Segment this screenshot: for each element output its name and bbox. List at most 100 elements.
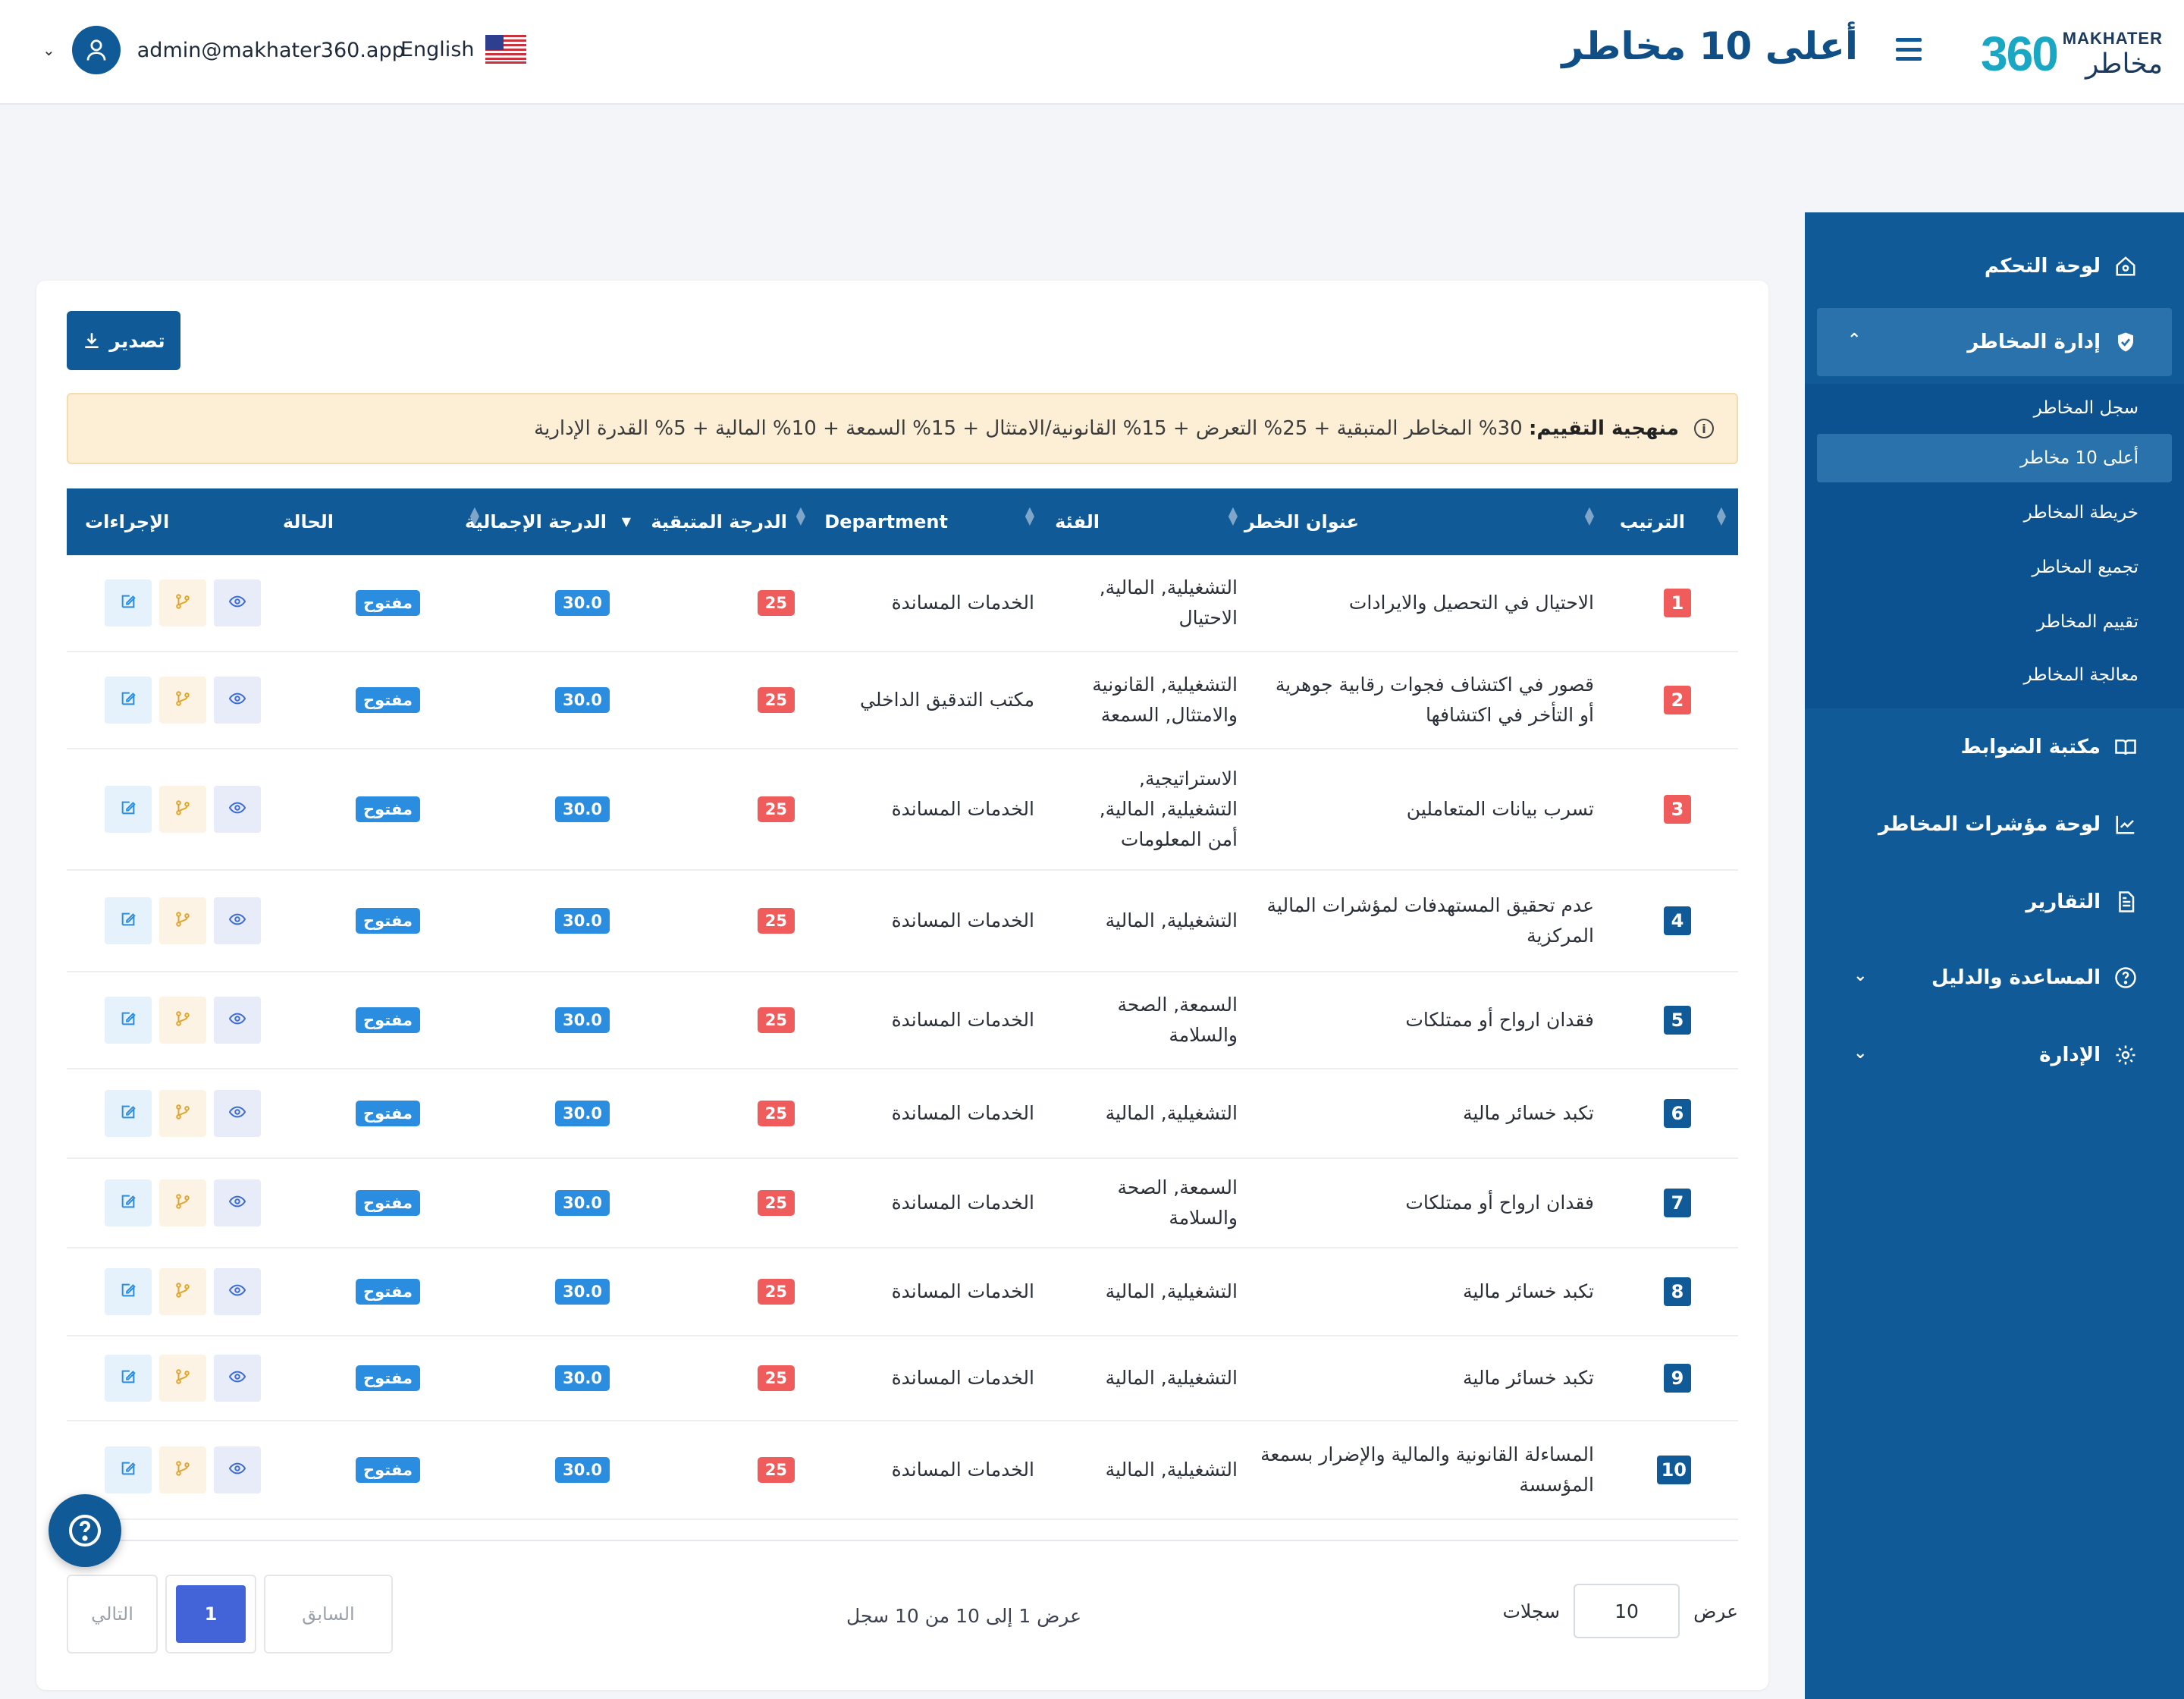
column-header-category[interactable]: الفئة xyxy=(1055,488,1100,555)
sidebar-item-dashboard[interactable]: لوحة التحكم xyxy=(1805,232,2184,300)
view-button[interactable] xyxy=(214,1090,261,1137)
risk-category: التشغيلية, المالية xyxy=(1105,1367,1238,1389)
edit-button[interactable] xyxy=(105,677,152,724)
rank-badge: 8 xyxy=(1664,1277,1691,1306)
sidebar-subitem-risk-register[interactable]: سجل المخاطر xyxy=(1817,384,2172,432)
previous-page-button[interactable]: السابق xyxy=(264,1575,393,1653)
shield-icon xyxy=(2113,329,2138,355)
total-score-badge: 30.0 xyxy=(555,1279,610,1305)
sidebar-item-reports[interactable]: التقارير xyxy=(1805,868,2184,936)
edit-button[interactable] xyxy=(105,786,152,833)
alert-title: منهجية التقييم: xyxy=(1528,417,1679,440)
page-title: أعلى 10 مخاطر xyxy=(1561,24,1858,68)
page-1-button[interactable]: 1 xyxy=(165,1575,256,1653)
risk-department: الخدمات المساندة xyxy=(891,798,1034,820)
treatment-button[interactable] xyxy=(159,997,206,1044)
total-score-badge: 30.0 xyxy=(555,1007,610,1033)
view-button[interactable] xyxy=(214,1355,261,1402)
edit-button[interactable] xyxy=(105,579,152,627)
treatment-button[interactable] xyxy=(159,579,206,627)
sidebar-item-administration[interactable]: الإدارة ⌄ xyxy=(1805,1021,2184,1089)
edit-button[interactable] xyxy=(105,997,152,1044)
git-branch-icon xyxy=(174,1010,191,1030)
column-header-status[interactable]: الحالة xyxy=(283,488,334,555)
treatment-button[interactable] xyxy=(159,1355,206,1402)
view-button[interactable] xyxy=(214,1446,261,1493)
table-footer-divider xyxy=(67,1540,1738,1541)
treatment-button[interactable] xyxy=(159,1090,206,1137)
view-button[interactable] xyxy=(214,579,261,627)
records-info: عرض 1 إلى 10 من 10 سجل xyxy=(846,1605,1082,1627)
risk-title: قصور في اكتشاف فجوات رقابية جوهرية أو ال… xyxy=(1275,674,1594,726)
total-score-badge: 30.0 xyxy=(555,908,610,934)
total-score-badge: 30.0 xyxy=(555,1101,610,1126)
header-label: الدرجة الإجمالية xyxy=(465,511,607,532)
risk-department: الخدمات المساندة xyxy=(891,1280,1034,1302)
user-menu[interactable]: ⌄ admin@makhater360.app xyxy=(42,26,405,74)
sidebar-subitem-risk-assessment[interactable]: تقييم المخاطر xyxy=(1817,598,2172,646)
sidebar-subitem-risk-aggregation[interactable]: تجميع المخاطر xyxy=(1817,543,2172,592)
sidebar-subitem-top10[interactable]: أعلى 10 مخاطر xyxy=(1817,434,2172,482)
git-branch-icon xyxy=(174,690,191,710)
menu-toggle-icon[interactable] xyxy=(1896,38,1922,61)
column-header-title[interactable]: عنوان الخطر xyxy=(1244,488,1359,555)
status-badge: مفتوح xyxy=(356,687,420,713)
view-button[interactable] xyxy=(214,997,261,1044)
table-row: 5 فقدان ارواح أو ممتلكات السمعة, الصحة وال… xyxy=(67,972,1738,1069)
edit-button[interactable] xyxy=(105,1446,152,1493)
risk-department: الخدمات المساندة xyxy=(891,1459,1034,1481)
treatment-button[interactable] xyxy=(159,786,206,833)
status-badge: مفتوح xyxy=(356,1457,420,1483)
sidebar-subitem-risk-map[interactable]: خريطة المخاطر xyxy=(1817,488,2172,537)
export-button[interactable]: تصدير xyxy=(67,311,180,370)
risk-category: السمعة, الصحة والسلامة xyxy=(1117,994,1238,1046)
eye-icon xyxy=(228,911,246,931)
edit-button[interactable] xyxy=(105,1268,152,1315)
view-button[interactable] xyxy=(214,1179,261,1226)
sidebar-item-risk-indicators[interactable]: لوحة مؤشرات المخاطر xyxy=(1805,790,2184,859)
status-badge: مفتوح xyxy=(356,1279,420,1305)
treatment-button[interactable] xyxy=(159,1446,206,1493)
table-header: الترتيب ▲ ▼ عنوان الخطر ▲ ▼ الفئة ▲ ▼ Depar… xyxy=(67,488,1738,555)
edit-icon xyxy=(120,1368,136,1388)
status-badge: مفتوح xyxy=(356,908,420,934)
sidebar-item-controls-library[interactable]: مكتبة الضوابط xyxy=(1805,713,2184,781)
page-length-select[interactable]: 10 xyxy=(1574,1584,1680,1638)
view-button[interactable] xyxy=(214,786,261,833)
eye-icon xyxy=(228,1193,246,1213)
edit-icon xyxy=(120,1282,136,1302)
treatment-button[interactable] xyxy=(159,677,206,724)
treatment-button[interactable] xyxy=(159,897,206,944)
residual-score-badge: 25 xyxy=(757,1279,795,1305)
column-header-rank[interactable]: الترتيب xyxy=(1620,488,1685,555)
view-button[interactable] xyxy=(214,677,261,724)
sidebar-item-risk-management[interactable]: إدارة المخاطر ⌃ xyxy=(1817,308,2172,376)
help-fab-button[interactable] xyxy=(49,1494,121,1567)
next-page-button[interactable]: التالي xyxy=(67,1575,158,1653)
logo-number: 360 xyxy=(1981,27,2059,81)
column-header-department[interactable]: Department xyxy=(824,488,948,555)
language-label: English xyxy=(400,37,475,61)
edit-button[interactable] xyxy=(105,897,152,944)
edit-button[interactable] xyxy=(105,1090,152,1137)
treatment-button[interactable] xyxy=(159,1268,206,1315)
edit-button[interactable] xyxy=(105,1179,152,1226)
column-header-actions: الإجراءات xyxy=(85,488,169,555)
sidebar-subitem-risk-treatment[interactable]: معالجة المخاطر xyxy=(1817,651,2172,699)
column-header-residual-score[interactable]: الدرجة المتبقية xyxy=(651,488,787,555)
edit-button[interactable] xyxy=(105,1355,152,1402)
residual-score-badge: 25 xyxy=(757,1007,795,1033)
rank-badge: 4 xyxy=(1664,906,1691,935)
scoring-methodology-alert: i منهجية التقييم: 30% المخاطر المتبقية +… xyxy=(67,393,1738,464)
app-logo[interactable]: 360 MAKHATER مخاطر xyxy=(1981,23,2163,83)
page-length-value: 10 xyxy=(1614,1600,1639,1622)
view-button[interactable] xyxy=(214,1268,261,1315)
header-label: الإجراءات xyxy=(85,511,170,532)
chevron-down-icon: ⌄ xyxy=(1853,1044,1868,1063)
sidebar-item-label: لوحة مؤشرات المخاطر xyxy=(1878,813,2101,836)
view-button[interactable] xyxy=(214,897,261,944)
sidebar-item-help[interactable]: المساعدة والدليل ⌄ xyxy=(1805,944,2184,1012)
treatment-button[interactable] xyxy=(159,1179,206,1226)
language-switcher[interactable]: English xyxy=(400,35,526,64)
column-header-total-score[interactable]: الدرجة الإجمالية xyxy=(465,488,607,555)
